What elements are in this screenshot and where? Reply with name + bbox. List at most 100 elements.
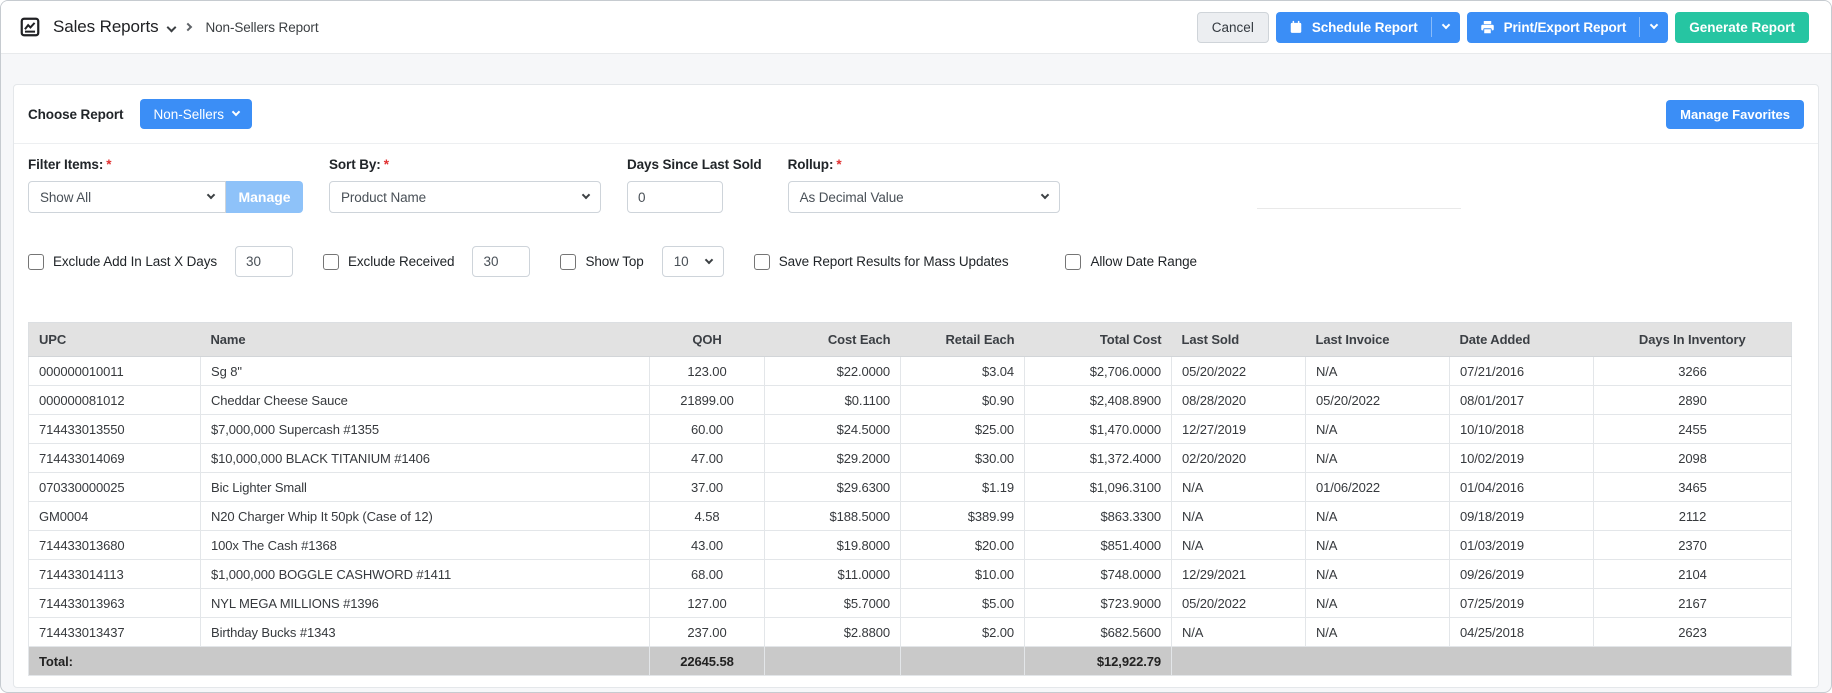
cell: 05/20/2022 bbox=[1306, 386, 1450, 415]
cell: $188.5000 bbox=[765, 502, 901, 531]
table-row[interactable]: GM0004N20 Charger Whip It 50pk (Case of … bbox=[29, 502, 1792, 531]
breadcrumb: Non-Sellers Report bbox=[205, 20, 318, 35]
report-breadcrumb-area: Sales Reports Non-Sellers Report bbox=[19, 16, 318, 38]
manage-filter-button[interactable]: Manage bbox=[226, 181, 303, 213]
report-card: Choose Report Non-Sellers Manage Favorit… bbox=[13, 84, 1819, 688]
cell: $29.2000 bbox=[765, 444, 901, 473]
table-row[interactable]: 714433014069$10,000,000 BLACK TITANIUM #… bbox=[29, 444, 1792, 473]
exclude-add-option: Exclude Add In Last X Days bbox=[28, 246, 293, 277]
column-header-date-added[interactable]: Date Added bbox=[1450, 323, 1594, 357]
cell: 09/26/2019 bbox=[1450, 560, 1594, 589]
cell: 08/28/2020 bbox=[1172, 386, 1306, 415]
table-row[interactable]: 714433013680100x The Cash #136843.00$19.… bbox=[29, 531, 1792, 560]
generate-report-button[interactable]: Generate Report bbox=[1675, 12, 1809, 43]
cell: Cheddar Cheese Sauce bbox=[201, 386, 650, 415]
exclude-received-option: Exclude Received bbox=[323, 246, 530, 277]
cell: $5.7000 bbox=[765, 589, 901, 618]
cell: Birthday Bucks #1343 bbox=[201, 618, 650, 647]
days-since-input[interactable] bbox=[627, 181, 723, 213]
total-empty-cell bbox=[765, 647, 901, 676]
chevron-down-icon bbox=[167, 23, 177, 33]
print-export-dropdown[interactable] bbox=[1639, 17, 1668, 36]
printer-icon bbox=[1480, 20, 1495, 35]
show-top-checkbox[interactable] bbox=[560, 254, 576, 270]
exclude-received-checkbox[interactable] bbox=[323, 254, 339, 270]
rollup-select[interactable]: As Decimal Value bbox=[788, 181, 1060, 213]
app-window: Sales Reports Non-Sellers Report Cancel … bbox=[0, 0, 1832, 693]
allow-date-range-checkbox[interactable] bbox=[1065, 254, 1081, 270]
schedule-report-button[interactable]: Schedule Report bbox=[1276, 12, 1460, 43]
filter-items-group: Filter Items:* Show All Manage bbox=[28, 157, 303, 213]
column-header-retail-each[interactable]: Retail Each bbox=[901, 323, 1025, 357]
cell: 070330000025 bbox=[29, 473, 201, 502]
chevron-down-icon bbox=[1650, 21, 1658, 29]
table-row[interactable]: 714433014113$1,000,000 BOGGLE CASHWORD #… bbox=[29, 560, 1792, 589]
report-type-dropdown[interactable]: Non-Sellers bbox=[140, 99, 252, 129]
cell: $25.00 bbox=[901, 415, 1025, 444]
cell: N/A bbox=[1306, 589, 1450, 618]
cell: 2167 bbox=[1594, 589, 1792, 618]
column-header-name[interactable]: Name bbox=[201, 323, 650, 357]
schedule-report-dropdown[interactable] bbox=[1431, 17, 1460, 36]
cell: 07/21/2016 bbox=[1450, 357, 1594, 386]
cell: NYL MEGA MILLIONS #1396 bbox=[201, 589, 650, 618]
show-top-select[interactable]: 10 bbox=[662, 246, 724, 277]
chart-icon bbox=[19, 16, 41, 38]
filter-items-select[interactable]: Show All bbox=[28, 181, 226, 213]
total-row: Total: 22645.58 $12,922.79 bbox=[29, 647, 1792, 676]
rollup-label: Rollup: bbox=[788, 157, 834, 172]
cell: $19.8000 bbox=[765, 531, 901, 560]
total-qoh: 22645.58 bbox=[650, 647, 765, 676]
column-header-last-invoice[interactable]: Last Invoice bbox=[1306, 323, 1450, 357]
table-row[interactable]: 000000010011Sg 8"123.00$22.0000$3.04$2,7… bbox=[29, 357, 1792, 386]
cell: $29.6300 bbox=[765, 473, 901, 502]
cell: 01/04/2016 bbox=[1450, 473, 1594, 502]
cell: $2.00 bbox=[901, 618, 1025, 647]
column-header-qoh[interactable]: QOH bbox=[650, 323, 765, 357]
exclude-add-input[interactable] bbox=[235, 246, 293, 277]
cell: 4.58 bbox=[650, 502, 765, 531]
title-dropdown-toggle[interactable] bbox=[168, 18, 175, 36]
column-header-last-sold[interactable]: Last Sold bbox=[1172, 323, 1306, 357]
table-row[interactable]: 070330000025Bic Lighter Small37.00$29.63… bbox=[29, 473, 1792, 502]
cell: 01/03/2019 bbox=[1450, 531, 1594, 560]
cell: $1,096.3100 bbox=[1025, 473, 1172, 502]
table-row[interactable]: 000000081012Cheddar Cheese Sauce21899.00… bbox=[29, 386, 1792, 415]
exclude-add-checkbox[interactable] bbox=[28, 254, 44, 270]
cell: 2455 bbox=[1594, 415, 1792, 444]
sort-by-select[interactable]: Product Name bbox=[329, 181, 601, 213]
cell: $0.90 bbox=[901, 386, 1025, 415]
print-export-button[interactable]: Print/Export Report bbox=[1467, 12, 1669, 43]
column-header-days-in-inventory[interactable]: Days In Inventory bbox=[1594, 323, 1792, 357]
table-row[interactable]: 714433013963NYL MEGA MILLIONS #1396127.0… bbox=[29, 589, 1792, 618]
cell: N/A bbox=[1172, 618, 1306, 647]
exclude-received-input[interactable] bbox=[472, 246, 530, 277]
cell: 2112 bbox=[1594, 502, 1792, 531]
exclude-received-label: Exclude Received bbox=[348, 254, 454, 269]
table-header-row: UPCNameQOHCost EachRetail EachTotal Cost… bbox=[29, 323, 1792, 357]
table-row[interactable]: 714433013550$7,000,000 Supercash #135560… bbox=[29, 415, 1792, 444]
cell: 01/06/2022 bbox=[1306, 473, 1450, 502]
column-header-cost-each[interactable]: Cost Each bbox=[765, 323, 901, 357]
cell: N/A bbox=[1306, 415, 1450, 444]
cell: N/A bbox=[1306, 531, 1450, 560]
manage-favorites-button[interactable]: Manage Favorites bbox=[1666, 100, 1804, 129]
cell: Bic Lighter Small bbox=[201, 473, 650, 502]
cell: 43.00 bbox=[650, 531, 765, 560]
save-results-option: Save Report Results for Mass Updates bbox=[754, 254, 1009, 270]
cell: 3266 bbox=[1594, 357, 1792, 386]
cell: 123.00 bbox=[650, 357, 765, 386]
cell: $20.00 bbox=[901, 531, 1025, 560]
cell: $5.00 bbox=[901, 589, 1025, 618]
save-results-checkbox[interactable] bbox=[754, 254, 770, 270]
table-row[interactable]: 714433013437Birthday Bucks #1343237.00$2… bbox=[29, 618, 1792, 647]
column-header-upc[interactable]: UPC bbox=[29, 323, 201, 357]
required-marker: * bbox=[384, 157, 389, 172]
exclude-add-label: Exclude Add In Last X Days bbox=[53, 254, 217, 269]
cell: $0.1100 bbox=[765, 386, 901, 415]
column-header-total-cost[interactable]: Total Cost bbox=[1025, 323, 1172, 357]
cancel-button[interactable]: Cancel bbox=[1197, 12, 1269, 43]
cell: 60.00 bbox=[650, 415, 765, 444]
cell: $1,000,000 BOGGLE CASHWORD #1411 bbox=[201, 560, 650, 589]
cell: 2098 bbox=[1594, 444, 1792, 473]
